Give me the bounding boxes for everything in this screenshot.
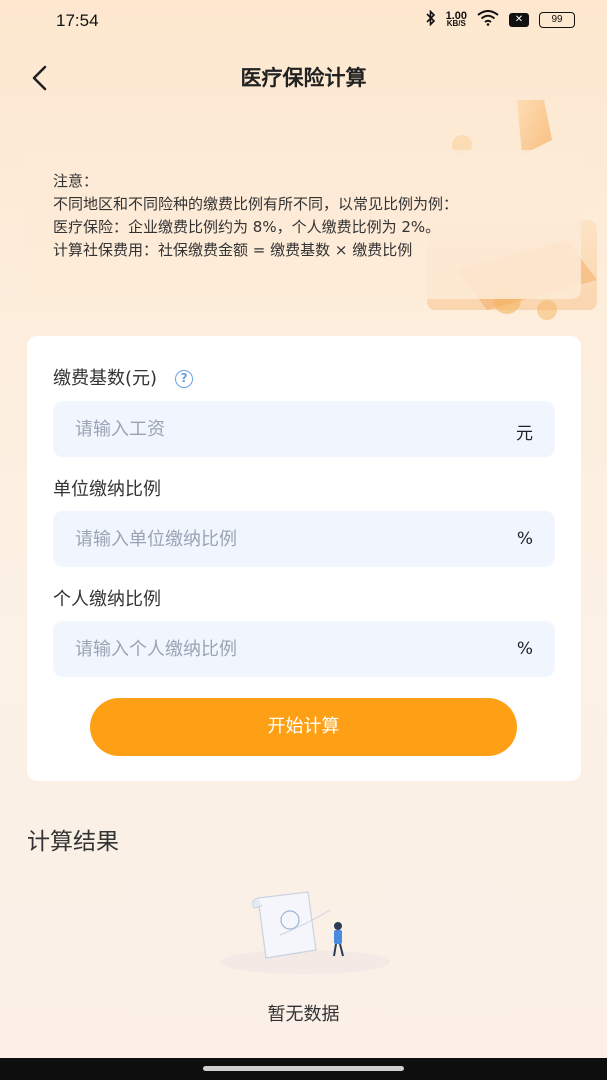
personal-rate-unit: %	[516, 639, 533, 659]
salary-input[interactable]	[53, 401, 453, 457]
personal-rate-input-box: %	[53, 621, 555, 677]
calculator-form: 缴费基数(元)? 元 单位缴纳比例 % 个人缴纳比例 % 开始计算	[27, 336, 581, 781]
status-time: 17:54	[56, 11, 99, 30]
base-label: 缴费基数(元)	[53, 368, 158, 389]
notice-medical-rates: 医疗保险：企业缴费比例约为 8%，个人缴费比例为 2%。	[53, 218, 441, 236]
result-title: 计算结果	[27, 829, 119, 855]
empty-state-text: 暂无数据	[267, 1004, 340, 1025]
start-calculate-button[interactable]: 开始计算	[90, 698, 517, 756]
status-icons: 1.00 KB/S ✕ 99	[426, 9, 575, 30]
notice-text: 不同地区和不同险种的缴费比例有所不同，以常见比例为例：	[53, 195, 459, 213]
notice-formula: 计算社保费用：社保缴费金额 = 缴费基数 × 缴费比例	[53, 241, 413, 259]
wifi-icon	[477, 10, 499, 30]
base-input-box: 元	[53, 401, 555, 457]
notice-heading: 注意：	[53, 172, 99, 190]
base-label-row: 缴费基数(元)?	[53, 364, 194, 390]
base-unit: 元	[516, 424, 533, 444]
company-rate-input-box: %	[53, 511, 555, 567]
system-nav-bar	[0, 1058, 607, 1080]
nav-bar: 医疗保险计算	[0, 50, 607, 102]
network-speed-unit: KB/S	[446, 19, 466, 28]
company-rate-input[interactable]	[53, 511, 453, 567]
battery-level: 99	[551, 14, 563, 25]
company-rate-label: 单位缴纳比例	[53, 479, 161, 500]
company-rate-unit: %	[516, 529, 533, 549]
bluetooth-icon	[426, 9, 436, 30]
empty-state-illustration	[220, 891, 390, 974]
personal-rate-input[interactable]	[53, 621, 453, 677]
question-circle-icon[interactable]: ?	[175, 370, 194, 388]
battery-icon: 99	[539, 12, 575, 28]
personal-rate-label: 个人缴纳比例	[53, 589, 161, 610]
home-indicator[interactable]	[203, 1066, 404, 1071]
status-bar: 17:54 1.00 KB/S ✕ 99	[0, 0, 607, 44]
page-title: 医疗保险计算	[240, 66, 367, 90]
notice-panel: 注意： 不同地区和不同险种的缴费比例有所不同，以常见比例为例： 医疗保险：企业缴…	[27, 150, 581, 299]
network-speed: 1.00 KB/S	[446, 11, 467, 28]
close-badge-icon: ✕	[509, 13, 529, 27]
